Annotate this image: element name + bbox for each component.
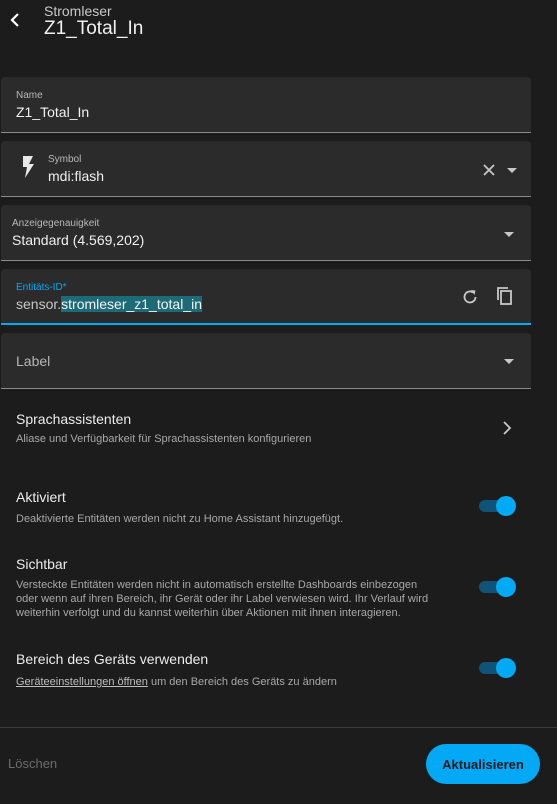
chevron-down-icon	[504, 232, 514, 237]
entity-id-field[interactable]: Entitäts-ID* sensor.stromleser_z1_total_…	[1, 269, 531, 325]
device-area-toggle[interactable]	[478, 658, 516, 678]
precision-select[interactable]: Anzeigegenauigkeit Standard (4.569,202)	[1, 205, 531, 261]
toggle-knob	[496, 577, 516, 597]
voice-assistants-title: Sprachassistenten	[16, 411, 132, 427]
visible-desc-line-1: Versteckte Entitäten werden nicht in aut…	[16, 579, 418, 591]
symbol-field-label: Symbol	[48, 154, 82, 165]
dialog-title: Z1_Total_In	[44, 18, 144, 39]
entity-id-prefix: sensor.	[16, 296, 62, 312]
name-field-value: Z1_Total_In	[16, 104, 90, 120]
entity-id-value: sensor.stromleser_z1_total_in	[16, 296, 202, 312]
chevron-left-icon	[10, 13, 19, 27]
clear-icon[interactable]	[483, 164, 495, 176]
device-area-title: Bereich des Geräts verwenden	[16, 651, 209, 667]
precision-value: Standard (4.569,202)	[12, 232, 145, 248]
visible-toggle[interactable]	[478, 577, 516, 597]
label-select[interactable]: Label	[1, 333, 531, 389]
visible-desc-line-3: weiterhin verfolgt und du kannst weiterh…	[16, 607, 401, 619]
delete-button[interactable]: Löschen	[8, 756, 57, 771]
voice-assistants-row[interactable]: Sprachassistenten Aliase und Verfügbarke…	[0, 400, 540, 456]
device-settings-link[interactable]: Geräteeinstellungen öffnen	[16, 676, 148, 688]
precision-label: Anzeigegenauigkeit	[12, 218, 100, 229]
visible-title: Sichtbar	[16, 556, 68, 572]
symbol-field-value: mdi:flash	[48, 168, 105, 184]
enabled-desc: Deaktivierte Entitäten werden nicht zu H…	[16, 513, 344, 525]
chevron-right-icon	[503, 421, 512, 435]
chevron-down-icon	[504, 359, 514, 364]
back-button[interactable]	[6, 8, 26, 32]
toggle-knob	[496, 658, 516, 678]
symbol-field[interactable]: Symbol mdi:flash	[1, 141, 531, 197]
restore-icon[interactable]	[461, 288, 479, 306]
enabled-title: Aktiviert	[16, 489, 66, 505]
visible-desc-line-2: oder wenn auf ihren Bereich, ihr Gerät o…	[16, 593, 429, 605]
entity-id-selected-text: stromleser_z1_total_in	[61, 296, 202, 312]
enabled-toggle[interactable]	[478, 496, 516, 516]
footer-divider	[0, 727, 557, 728]
dialog-header: Stromleser Z1_Total_In	[0, 0, 557, 56]
entity-id-label: Entitäts-ID*	[16, 282, 67, 293]
name-field[interactable]: Name Z1_Total_In	[1, 77, 531, 133]
toggle-knob	[496, 496, 516, 516]
flash-icon	[23, 156, 34, 178]
dialog-subtitle: Stromleser	[44, 3, 112, 19]
device-area-desc: Geräteeinstellungen öffnen um den Bereic…	[16, 675, 337, 689]
name-field-label: Name	[16, 90, 43, 101]
voice-assistants-desc: Aliase und Verfügbarkeit für Sprachassis…	[16, 433, 312, 445]
chevron-down-icon[interactable]	[506, 167, 518, 174]
copy-icon[interactable]	[497, 287, 513, 306]
label-placeholder: Label	[16, 353, 51, 369]
update-button[interactable]: Aktualisieren	[426, 744, 540, 784]
device-area-desc-rest: um den Bereich des Geräts zu ändern	[147, 676, 337, 688]
